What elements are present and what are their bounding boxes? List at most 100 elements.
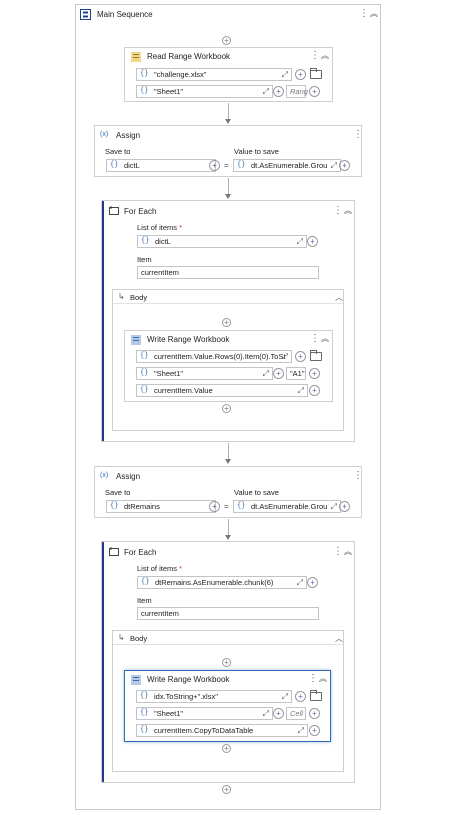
main-sequence-collapse-icon[interactable]: ︽	[369, 8, 379, 20]
for-each-1-menu-icon[interactable]: ⋮	[333, 205, 343, 217]
expand-icon: ⤢	[330, 502, 337, 511]
read-range-sheet-field[interactable]: {} "Sheet1" ⤢	[136, 85, 273, 98]
connector-arrow	[225, 535, 231, 540]
for-each-2-item-label: Item	[137, 596, 152, 605]
read-range-path-field[interactable]: {} "challenge.xlsx" ⤢	[136, 68, 292, 81]
write-range-2-path-plus-icon[interactable]: +	[295, 691, 306, 702]
assign-1-save-to-field[interactable]: {} dictL	[106, 159, 216, 172]
write-range-1-data-plus-icon[interactable]: +	[309, 385, 320, 396]
for-each-icon	[109, 206, 119, 215]
write-range-workbook-activity-2[interactable]: Write Range Workbook ⋮ ︽ {} idx.ToString+…	[124, 670, 331, 742]
assign-activity-2[interactable]: (x) Assign ⋮ Save to Value to save {} dtR…	[94, 466, 363, 518]
write-range-2-sheet-plus-icon[interactable]: +	[273, 708, 284, 719]
body-collapse-icon[interactable]: ︿	[335, 633, 343, 644]
assign-1-title: Assign	[116, 131, 141, 140]
read-range-path-plus-icon[interactable]: +	[295, 69, 306, 80]
connector-arrow	[225, 119, 231, 124]
write-range-2-data-field[interactable]: {} currentItem.CopyToDataTable ⤢	[136, 724, 308, 737]
expand-icon: ⤢	[281, 352, 288, 361]
add-activity-plus-icon[interactable]: +	[222, 785, 231, 794]
write-range-2-data-plus-icon[interactable]: +	[309, 725, 320, 736]
for-each-2-list-field[interactable]: {} dtRemains.AsEnumerable.chunk(6) ⤢	[137, 576, 307, 589]
folder-icon[interactable]	[310, 690, 322, 701]
read-range-range-field[interactable]: Rang	[286, 85, 308, 98]
read-range-menu-icon[interactable]: ⋮	[310, 50, 320, 62]
add-activity-plus-icon[interactable]: +	[222, 318, 231, 327]
write-range-2-path-field[interactable]: {} idx.ToString+".xlsx" ⤢	[136, 690, 292, 703]
for-each-2-list-plus-icon[interactable]: +	[307, 577, 318, 588]
for-each-1-list-field[interactable]: {} dictL ⤢	[137, 235, 307, 248]
write-range-2-sheet-field[interactable]: {} "Sheet1" ⤢	[136, 707, 273, 720]
write-range-1-sheet-field[interactable]: {} "Sheet1" ⤢	[136, 367, 273, 380]
expand-icon: ⤢	[297, 386, 304, 395]
add-activity-plus-icon[interactable]: +	[222, 36, 231, 45]
connector	[228, 519, 229, 536]
for-each-1-left-bar	[102, 201, 104, 441]
assign-1-save-to-label: Save to	[105, 147, 131, 156]
read-range-collapse-icon[interactable]: ︽	[320, 50, 330, 62]
read-range-workbook-activity[interactable]: Read Range Workbook ⋮ ︽ {} "challenge.xls…	[124, 47, 333, 102]
write-range-1-menu-icon[interactable]: ⋮	[310, 333, 320, 345]
folder-icon[interactable]	[310, 350, 322, 361]
assign-2-save-to-label: Save to	[105, 488, 131, 497]
expand-icon: ⤢	[296, 578, 303, 587]
for-each-icon	[109, 547, 119, 556]
write-range-2-menu-icon[interactable]: ⋮	[308, 673, 318, 685]
for-each-2-body-header[interactable]: ↳ Body ︿	[113, 631, 343, 645]
for-each-1-collapse-icon[interactable]: ︽	[343, 205, 353, 217]
body-arrow-icon: ↳	[118, 292, 125, 301]
main-sequence-header[interactable]: Main Sequence ⋮ ︽	[76, 5, 380, 25]
body-collapse-icon[interactable]: ︿	[335, 292, 343, 303]
write-range-1-path-plus-icon[interactable]: +	[295, 351, 306, 362]
expand-icon: ⤢	[262, 369, 269, 378]
read-range-range-plus-icon[interactable]: +	[309, 86, 320, 97]
write-range-1-cell-plus-icon[interactable]: +	[309, 368, 320, 379]
write-range-workbook-activity-1[interactable]: Write Range Workbook ⋮ ︽ {} currentItem.V…	[124, 330, 333, 402]
assign-1-menu-icon[interactable]: ⋮	[353, 129, 363, 141]
write-range-1-data-field[interactable]: {} currentItem.Value ⤢	[136, 384, 308, 397]
for-each-1-item-label: Item	[137, 255, 152, 264]
expand-icon: ⤢	[296, 237, 303, 246]
connector-arrow	[225, 194, 231, 199]
connector	[228, 178, 229, 195]
write-range-2-title: Write Range Workbook	[147, 675, 230, 684]
expand-icon: ⤢	[262, 87, 269, 96]
for-each-1-body-title: Body	[130, 293, 148, 302]
add-activity-plus-icon[interactable]: +	[222, 404, 231, 413]
sequence-icon	[80, 9, 91, 20]
write-range-2-cell-plus-icon[interactable]: +	[309, 708, 320, 719]
for-each-2-collapse-icon[interactable]: ︽	[343, 546, 353, 558]
connector	[228, 103, 229, 120]
write-range-1-cell-field[interactable]: "A1"	[286, 367, 306, 380]
assign-1-value-field[interactable]: {} dt.AsEnumerable.Grou ⤢	[233, 159, 341, 172]
assign-2-value-plus-icon[interactable]: +	[339, 501, 350, 512]
for-each-1-item-field[interactable]: currentItem	[137, 266, 319, 279]
expand-icon: ⤢	[281, 70, 288, 79]
assign-2-save-to-plus-icon[interactable]: +	[209, 501, 220, 512]
for-each-2-menu-icon[interactable]: ⋮	[333, 546, 343, 558]
assign-activity-1[interactable]: (x) Assign ⋮ Save to Value to save {} dic…	[94, 125, 363, 177]
write-range-1-path-field[interactable]: {} currentItem.Value.Rows(0).Item(0).ToSt…	[136, 350, 292, 363]
assign-2-value-field[interactable]: {} dt.AsEnumerable.Grou ⤢	[233, 500, 341, 513]
for-each-1-list-plus-icon[interactable]: +	[307, 236, 318, 247]
connector-arrow	[225, 459, 231, 464]
write-range-2-collapse-icon[interactable]: ︽	[318, 673, 328, 685]
write-range-2-cell-field[interactable]: Cell	[286, 707, 306, 720]
write-range-1-sheet-plus-icon[interactable]: +	[273, 368, 284, 379]
assign-badge-icon: (x)	[100, 131, 109, 138]
expand-icon: ⤢	[262, 709, 269, 718]
assign-1-value-plus-icon[interactable]: +	[339, 160, 350, 171]
main-sequence-menu-icon[interactable]: ⋮	[359, 8, 369, 20]
folder-icon[interactable]	[310, 68, 322, 79]
add-activity-plus-icon[interactable]: +	[222, 744, 231, 753]
assign-2-menu-icon[interactable]: ⋮	[353, 470, 363, 482]
read-range-sheet-plus-icon[interactable]: +	[273, 86, 284, 97]
for-each-1-body-header[interactable]: ↳ Body ︿	[113, 290, 343, 304]
write-range-1-collapse-icon[interactable]: ︽	[320, 333, 330, 345]
for-each-2-title: For Each	[124, 548, 157, 557]
assign-2-save-to-field[interactable]: {} dtRemains	[106, 500, 216, 513]
add-activity-plus-icon[interactable]: +	[222, 658, 231, 667]
expand-icon: ⤢	[330, 161, 337, 170]
for-each-2-item-field[interactable]: currentItem	[137, 607, 319, 620]
assign-1-save-to-plus-icon[interactable]: +	[209, 160, 220, 171]
